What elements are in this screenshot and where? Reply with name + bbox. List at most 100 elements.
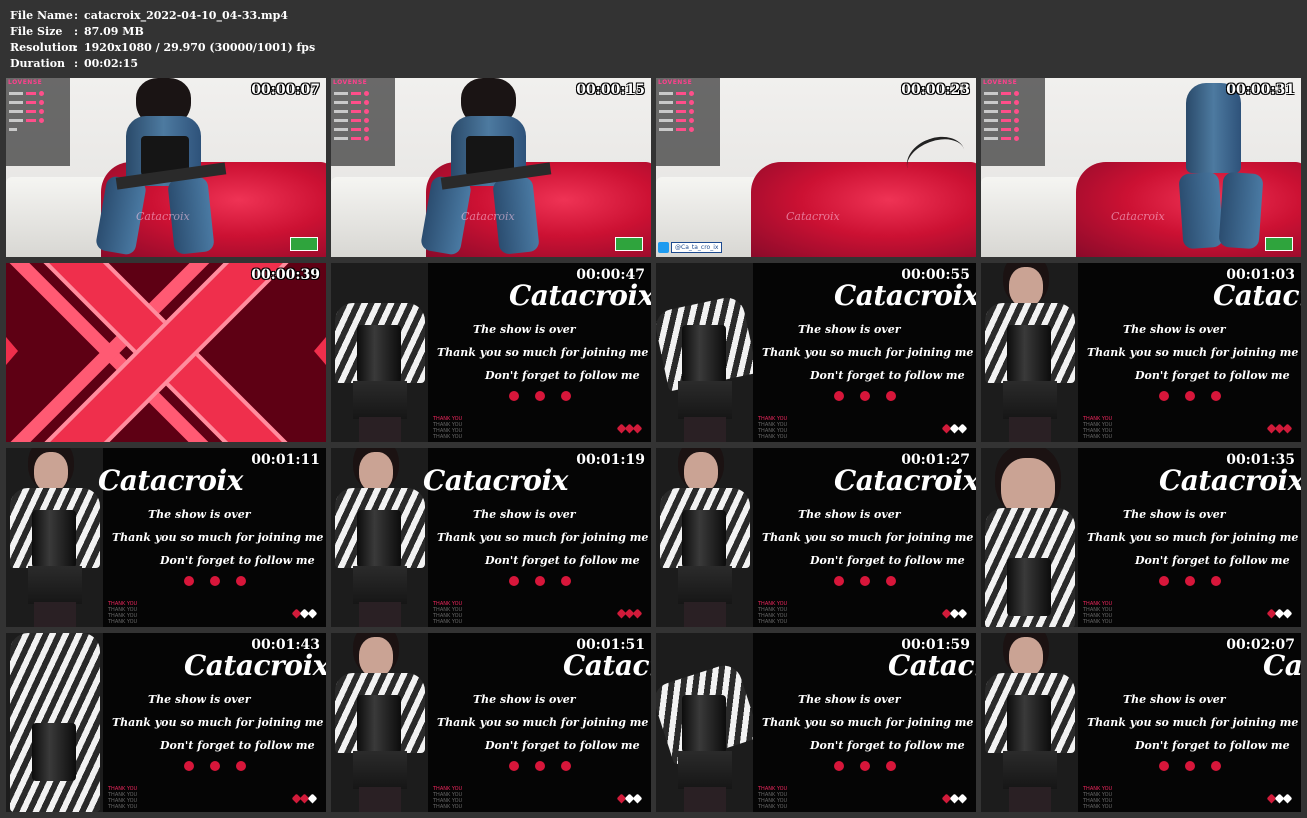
- thank-you-list: THANK YOU THANK YOU THANK YOU THANK YOU: [108, 786, 138, 810]
- snapchat-icon: [561, 761, 571, 771]
- person-photo: [6, 448, 103, 627]
- outro-line-2: Thank you so much for joining me today: [1087, 531, 1301, 544]
- separator: :: [74, 25, 79, 38]
- instagram-icon: [184, 576, 194, 586]
- resolution-label: Resolution: [10, 41, 77, 54]
- person-photo: [981, 263, 1078, 442]
- snapchat-icon: [1211, 391, 1221, 401]
- outro-line-1: The show is over: [473, 508, 576, 521]
- outro-line-2: Thank you so much for joining me today: [437, 346, 651, 359]
- separator: :: [74, 9, 79, 22]
- social-icons: [184, 761, 246, 771]
- person-photo: [981, 633, 1078, 812]
- timestamp: 00:01:35: [1226, 452, 1295, 468]
- outro-line-1: The show is over: [148, 693, 251, 706]
- thumbnail[interactable]: LOVENSE Catacroix 00:00:31: [981, 78, 1301, 257]
- outro-line-3: Don't forget to follow me: [485, 369, 640, 382]
- hearts-icon: [941, 793, 968, 804]
- thumbnail[interactable]: Catacroix The show is over Thank you so …: [331, 448, 651, 627]
- twitter-handle: @Ca_ta_cro_ix: [658, 242, 723, 253]
- person-photo: [331, 633, 428, 812]
- person-photo: [656, 263, 753, 442]
- hearts-icon: [616, 793, 643, 804]
- thumbnail[interactable]: Catacroix The show is over Thank you so …: [981, 263, 1301, 442]
- thumbnail[interactable]: Catacroix The show is over Thank you so …: [6, 633, 326, 812]
- outro-line-1: The show is over: [798, 508, 901, 521]
- file-info-panel: File Name : catacroix_2022-04-10_04-33.m…: [10, 8, 315, 72]
- outro-line-3: Don't forget to follow me: [160, 554, 315, 567]
- outro-line-1: The show is over: [1123, 508, 1226, 521]
- timestamp: 00:00:47: [576, 267, 645, 283]
- thumbnail[interactable]: Catacroix The show is over Thank you so …: [656, 633, 976, 812]
- file-size-label: File Size: [10, 25, 63, 38]
- timestamp: 00:00:15: [576, 82, 645, 98]
- timestamp: 00:01:51: [576, 637, 645, 653]
- thumbnail[interactable]: LOVENSE Catacroix @Ca_ta_cro_ix 00:00:23: [656, 78, 976, 257]
- thank-you-list: THANK YOU THANK YOU THANK YOU THANK YOU: [433, 601, 463, 625]
- thank-you-list: THANK YOU THANK YOU THANK YOU THANK YOU: [758, 786, 788, 810]
- dmca-badge-icon: [615, 237, 643, 251]
- instagram-icon: [509, 576, 519, 586]
- thank-you-list: THANK YOU THANK YOU THANK YOU THANK YOU: [1083, 416, 1113, 440]
- hearts-icon: [616, 423, 643, 434]
- thumbnail[interactable]: Catacroix The show is over Thank you so …: [331, 263, 651, 442]
- hearts-icon: [1266, 423, 1293, 434]
- file-name-label: File Name: [10, 9, 73, 22]
- separator: :: [74, 41, 79, 54]
- outro-line-1: The show is over: [473, 323, 576, 336]
- timestamp: 00:02:07: [1226, 637, 1295, 653]
- timestamp: 00:01:27: [901, 452, 970, 468]
- thank-you-list: THANK YOU THANK YOU THANK YOU THANK YOU: [758, 601, 788, 625]
- timestamp: 00:00:31: [1226, 82, 1295, 98]
- arrow-right-icon: [314, 337, 326, 365]
- social-icons: [1159, 761, 1221, 771]
- hearts-icon: [1266, 608, 1293, 619]
- timestamp: 00:01:03: [1226, 267, 1295, 283]
- thumbnail[interactable]: Catacroix The show is over Thank you so …: [981, 448, 1301, 627]
- twitter-icon: [535, 391, 545, 401]
- file-size-value: 87.09 MB: [84, 25, 144, 38]
- thank-you-list: THANK YOU THANK YOU THANK YOU THANK YOU: [433, 416, 463, 440]
- outro-line-1: The show is over: [148, 508, 251, 521]
- instagram-icon: [1159, 761, 1169, 771]
- instagram-icon: [834, 391, 844, 401]
- hearts-icon: [291, 793, 318, 804]
- outro-line-1: The show is over: [1123, 323, 1226, 336]
- twitter-icon: [658, 242, 669, 253]
- outro-line-2: Thank you so much for joining me today: [112, 531, 326, 544]
- outro-line-3: Don't forget to follow me: [485, 739, 640, 752]
- person-figure: [1151, 78, 1271, 257]
- resolution-value: 1920x1080 / 29.970 (30000/1001) fps: [84, 41, 316, 54]
- thumbnail[interactable]: Catacroix The show is over Thank you so …: [981, 633, 1301, 812]
- outro-logo: Catacroix: [563, 649, 651, 682]
- outro-line-3: Don't forget to follow me: [1135, 554, 1290, 567]
- twitter-icon: [860, 761, 870, 771]
- timestamp: 00:00:39: [251, 267, 320, 283]
- thumbnail[interactable]: LOVENSE Catacroix 00:00:07: [6, 78, 326, 257]
- timestamp: 00:00:23: [901, 82, 970, 98]
- person-photo: [6, 633, 103, 812]
- thumbnail[interactable]: Catacroix The show is over Thank you so …: [656, 263, 976, 442]
- twitter-icon: [1185, 761, 1195, 771]
- snapchat-icon: [236, 761, 246, 771]
- separator: :: [74, 57, 79, 70]
- social-icons: [834, 576, 896, 586]
- thumbnail[interactable]: Catacroix The show is over Thank you so …: [656, 448, 976, 627]
- instagram-icon: [834, 576, 844, 586]
- timestamp: 00:00:07: [251, 82, 320, 98]
- person-photo: [331, 263, 428, 442]
- thumbnail[interactable]: Catacroix The show is over Thank you so …: [331, 633, 651, 812]
- thumbnail[interactable]: Catacroix The show is over Thank you so …: [6, 448, 326, 627]
- social-icons: [834, 391, 896, 401]
- outro-logo: Catacroix: [834, 464, 976, 497]
- duration-label: Duration: [10, 57, 66, 70]
- outro-logo: Catacroix: [1263, 649, 1301, 682]
- outro-line-3: Don't forget to follow me: [810, 554, 965, 567]
- dmca-badge-icon: [290, 237, 318, 251]
- outro-line-3: Don't forget to follow me: [1135, 739, 1290, 752]
- tip-menu-panel: LOVENSE: [331, 78, 395, 166]
- outro-line-3: Don't forget to follow me: [485, 554, 640, 567]
- thumbnail[interactable]: LOVENSE Catacroix 00:00:15: [331, 78, 651, 257]
- thumbnail[interactable]: 00:00:39: [6, 263, 326, 442]
- outro-line-2: Thank you so much for joining me today: [762, 531, 976, 544]
